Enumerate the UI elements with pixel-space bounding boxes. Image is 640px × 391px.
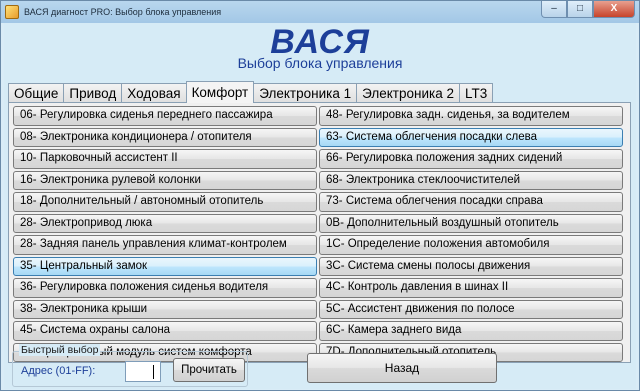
module-button[interactable]: 38- Электроника крыши <box>13 299 317 319</box>
module-button[interactable]: 66- Регулировка положения задних сидений <box>319 149 623 169</box>
client-area: ВАСЯ Выбор блока управления Общие Привод Х… <box>4 23 636 389</box>
back-button[interactable]: Назад <box>307 353 497 383</box>
window-title: ВАСЯ диагност PRO: Выбор блока управлени… <box>24 7 222 17</box>
module-button[interactable]: 73- Система облегчения посадки справа <box>319 192 623 212</box>
module-button[interactable]: 06- Регулировка сиденья переднего пассаж… <box>13 106 317 126</box>
read-button[interactable]: Прочитать <box>173 358 245 382</box>
maximize-button[interactable]: □ <box>567 1 593 18</box>
app-window: ВАСЯ диагност PRO: Выбор блока управлени… <box>0 0 640 391</box>
tab-strip: Общие Привод Ходовая Комфорт Электроника 1 Эл… <box>8 81 494 103</box>
module-button[interactable]: 3C- Система смены полосы движения <box>319 256 623 276</box>
module-button[interactable]: 4C- Контроль давления в шинах II <box>319 278 623 298</box>
module-button[interactable]: 10- Парковочный ассистент II <box>13 149 317 169</box>
module-column-right: 48- Регулировка задн. сиденья, за водите… <box>319 106 624 364</box>
quick-select-legend: Быстрый выбор <box>19 344 101 356</box>
text-caret <box>153 365 154 379</box>
tab-6[interactable]: LT3 <box>458 83 494 103</box>
window-controls: – □ X <box>541 1 635 18</box>
module-button[interactable]: 45- Система охраны салона <box>13 321 317 341</box>
minimize-button[interactable]: – <box>541 1 567 18</box>
tab-5[interactable]: Электроника 2 <box>356 83 460 103</box>
module-button[interactable]: 0B- Дополнительный воздушный отопитель <box>319 213 623 233</box>
tab-0[interactable]: Общие <box>8 83 65 103</box>
module-button[interactable]: 6C- Камера заднего вида <box>319 321 623 341</box>
title-bar[interactable]: ВАСЯ диагност PRO: Выбор блока управлени… <box>1 1 639 23</box>
module-panel: 06- Регулировка сиденья переднего пассаж… <box>8 102 631 363</box>
module-button[interactable]: 5C- Ассистент движения по полосе <box>319 299 623 319</box>
module-button[interactable]: 08- Электроника кондиционера / отопителя <box>13 127 317 147</box>
address-input[interactable] <box>125 361 161 382</box>
module-button[interactable]: 16- Электроника рулевой колонки <box>13 170 317 190</box>
module-button[interactable]: 36- Регулировка положения сиденья водите… <box>13 278 317 298</box>
tab-2[interactable]: Ходовая <box>121 83 187 103</box>
module-button[interactable]: 35- Центральный замок <box>13 256 317 276</box>
tab-4[interactable]: Электроника 1 <box>253 83 358 103</box>
module-button[interactable]: 48- Регулировка задн. сиденья, за водите… <box>319 106 623 126</box>
address-label: Адрес (01-FF): <box>21 365 96 377</box>
app-icon <box>5 5 19 19</box>
module-button[interactable]: 28- Электропривод люка <box>13 213 317 233</box>
module-column-left: 06- Регулировка сиденья переднего пассаж… <box>13 106 318 364</box>
module-button[interactable]: 63- Система облегчения посадки слева <box>319 127 623 147</box>
module-button[interactable]: 28- Задняя панель управления климат-конт… <box>13 235 317 255</box>
tab-1[interactable]: Привод <box>63 83 123 103</box>
module-button[interactable]: 18- Дополнительный / автономный отопител… <box>13 192 317 212</box>
quick-select-group: Быстрый выбор Адрес (01-FF): Прочитать <box>12 344 248 387</box>
module-button[interactable]: 1C- Определение положения автомобиля <box>319 235 623 255</box>
page-subtitle: Выбор блока управления <box>237 55 403 71</box>
tab-3[interactable]: Комфорт <box>185 81 255 103</box>
close-button[interactable]: X <box>593 1 635 18</box>
module-button[interactable]: 68- Электроника стеклоочистителей <box>319 170 623 190</box>
